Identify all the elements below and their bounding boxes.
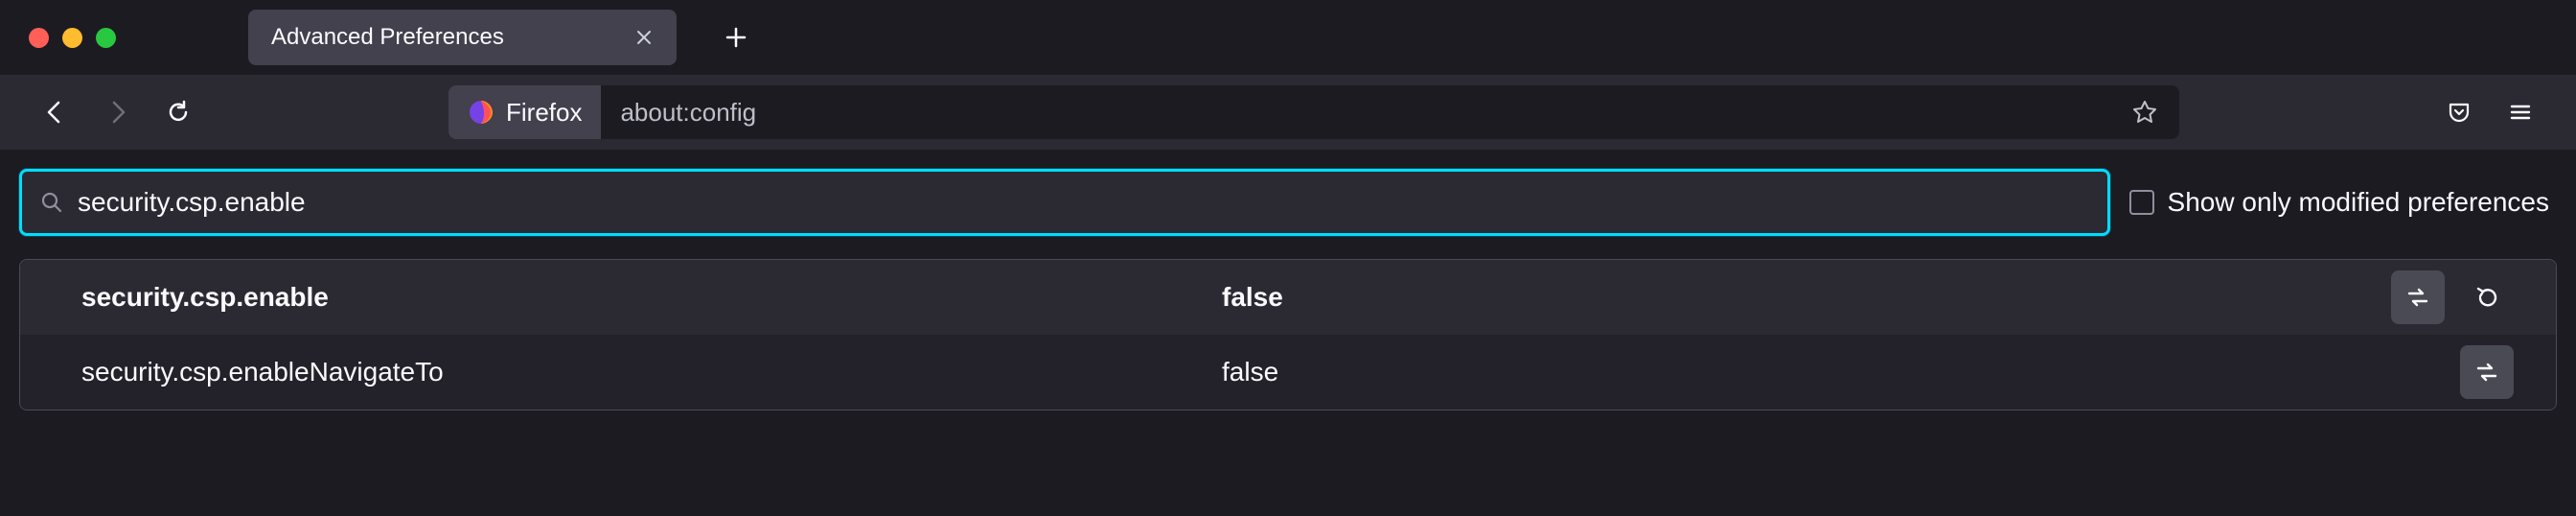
about-config-content: Show only modified preferences security.… <box>0 150 2576 430</box>
pref-row[interactable]: security.csp.enableNavigateTo false <box>20 335 2556 410</box>
reload-button[interactable] <box>151 85 205 139</box>
pref-row[interactable]: security.csp.enable false <box>20 260 2556 335</box>
forward-button[interactable] <box>90 85 144 139</box>
pref-name: security.csp.enableNavigateTo <box>81 357 1222 387</box>
pref-value: false <box>1222 357 2460 387</box>
tab-title: Advanced Preferences <box>271 24 504 51</box>
toggle-icon <box>2404 283 2432 312</box>
firefox-logo-icon <box>468 99 494 126</box>
search-box[interactable] <box>19 169 2110 236</box>
url-text: about:config <box>601 98 2124 128</box>
bookmark-star-icon[interactable] <box>2124 91 2166 133</box>
pref-actions <box>2391 270 2514 324</box>
navigation-toolbar: Firefox about:config <box>0 75 2576 150</box>
toggle-button[interactable] <box>2391 270 2445 324</box>
search-icon <box>39 190 64 215</box>
toggle-button[interactable] <box>2460 345 2514 399</box>
back-button[interactable] <box>29 85 82 139</box>
browser-tab[interactable]: Advanced Preferences <box>248 10 677 65</box>
pref-actions <box>2460 345 2514 399</box>
identity-box[interactable]: Firefox <box>448 85 601 139</box>
identity-label: Firefox <box>506 98 582 128</box>
show-modified-label: Show only modified preferences <box>2168 187 2549 218</box>
app-menu-button[interactable] <box>2494 85 2547 139</box>
pref-name: security.csp.enable <box>81 282 1222 313</box>
window-maximize-button[interactable] <box>96 28 116 48</box>
window-controls <box>29 28 116 48</box>
new-tab-button[interactable] <box>713 14 759 60</box>
tab-close-button[interactable] <box>629 22 659 53</box>
window-minimize-button[interactable] <box>62 28 82 48</box>
reset-button[interactable] <box>2460 270 2514 324</box>
pocket-button[interactable] <box>2432 85 2486 139</box>
pref-value: false <box>1222 282 2391 313</box>
window-close-button[interactable] <box>29 28 49 48</box>
url-bar[interactable]: Firefox about:config <box>448 85 2179 139</box>
show-modified-checkbox-wrap[interactable]: Show only modified preferences <box>2129 187 2557 218</box>
search-row: Show only modified preferences <box>19 169 2557 236</box>
prefs-table: security.csp.enable false security.csp.e… <box>19 259 2557 410</box>
search-input[interactable] <box>78 187 2090 218</box>
toggle-icon <box>2472 358 2501 387</box>
show-modified-checkbox[interactable] <box>2129 190 2154 215</box>
reset-icon <box>2472 283 2501 312</box>
titlebar: Advanced Preferences <box>0 0 2576 75</box>
